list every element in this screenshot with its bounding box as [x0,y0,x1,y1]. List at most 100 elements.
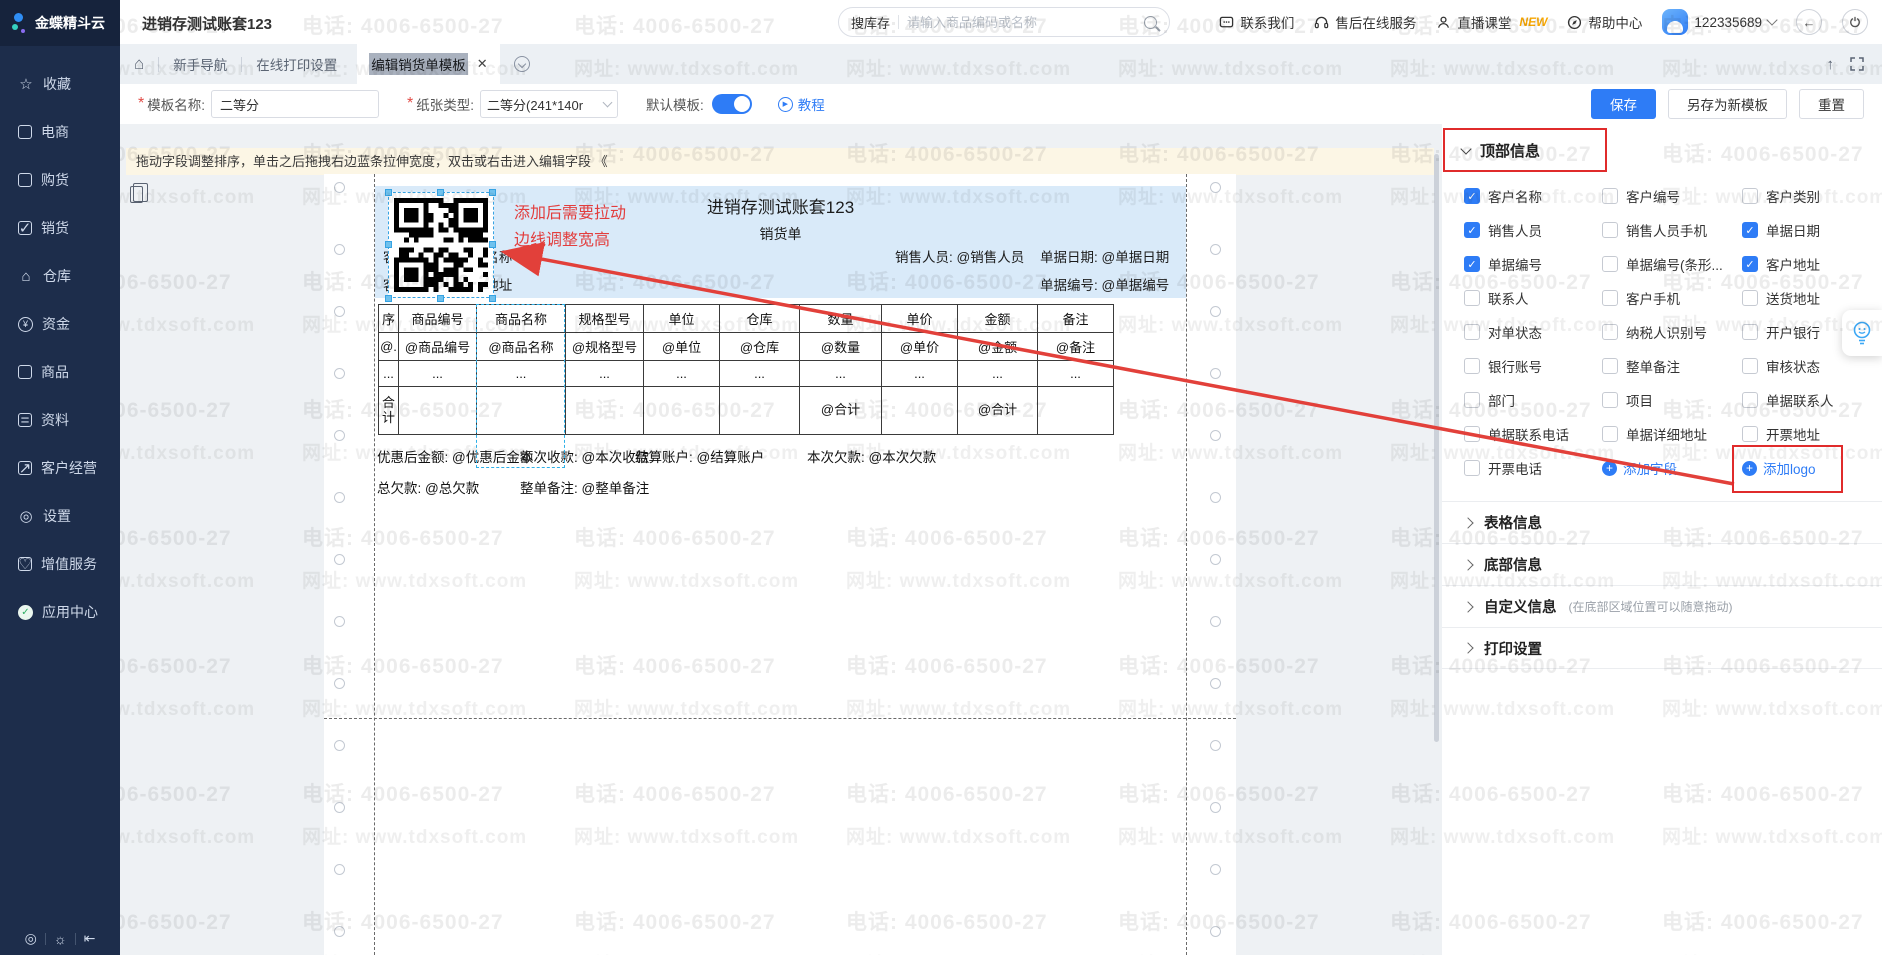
section-print-setting[interactable]: 打印设置 [1442,627,1882,669]
doc-salesman-field[interactable]: 销售人员: @销售人员 [895,246,1024,266]
fullscreen-icon[interactable] [1850,57,1864,71]
tutorial-link[interactable]: ▶ 教程 [778,94,825,114]
resize-handle-n[interactable] [437,189,444,196]
resize-handle-sw[interactable] [385,295,392,302]
resize-handle-s[interactable] [437,295,444,302]
checkbox-icon [1464,358,1480,374]
feed-hole [334,802,345,813]
live-class-link[interactable]: 直播课堂 NEW [1436,12,1547,32]
selected-column-outline[interactable] [476,304,565,468]
field-checkbox-bill-no-barcode[interactable]: 单据编号(条形... [1602,254,1742,274]
tab-list-dropdown-icon[interactable] [514,56,530,72]
resize-handle-se[interactable] [489,295,496,302]
doc-current-arrears[interactable]: 本次欠款: @本次欠款 [807,446,936,466]
doc-header-block[interactable]: 进销存测试账套123 销货单 客户名称: @客户名称 客户地址: @客户地址 销… [375,186,1186,298]
field-checkbox-contact[interactable]: 联系人 [1464,288,1602,308]
inventory-search[interactable]: 搜库存 [838,7,1170,37]
close-tab-icon[interactable]: ✕ [477,56,488,72]
resize-handle-ne[interactable] [489,189,496,196]
doc-settlement-account[interactable]: 结算账户: @结算账户 [635,446,764,466]
doc-title[interactable]: 进销存测试账套123 [375,193,1186,218]
doc-bill-no-field[interactable]: 单据编号: @单据编号 [1040,274,1169,294]
field-checkbox-audit-status[interactable]: 审核状态 [1742,356,1882,376]
field-checkbox-salesman[interactable]: 销售人员 [1464,220,1602,240]
field-checkbox-bill-detail-addr[interactable]: 单据详细地址 [1602,424,1742,444]
copy-icon[interactable] [130,186,143,203]
logo-qr-code[interactable] [388,192,494,298]
template-name-input[interactable] [211,90,379,118]
user-menu[interactable]: 122335689 [1662,9,1776,35]
target-icon[interactable]: ◎ [25,930,37,947]
sidebar-item-ecommerce[interactable]: 电商 [0,108,120,156]
section-custom-info[interactable]: 自定义信息(在底部区域位置可以随意拖动) [1442,585,1882,627]
save-as-new-template-button[interactable]: 另存为新模板 [1668,89,1787,119]
add-field-link[interactable]: +添加字段 [1602,458,1742,478]
doc-bill-date-field[interactable]: 单据日期: @单据日期 [1040,246,1169,266]
field-checkbox-delivery-addr[interactable]: 送货地址 [1742,288,1882,308]
sidebar-item-data[interactable]: =资料 [0,396,120,444]
sidebar-item-warehouse[interactable]: ⌂仓库 [0,252,120,300]
sidebar-item-goods[interactable]: 商品 [0,348,120,396]
scroll-top-icon[interactable]: ↑ [1827,56,1835,73]
top-info-section-header[interactable]: 顶部信息 [1442,124,1882,169]
field-checkbox-customer-addr[interactable]: 客户地址 [1742,254,1882,274]
doc-subtitle[interactable]: 销货单 [375,224,1186,244]
contact-us-link[interactable]: 联系我们 [1219,12,1294,32]
field-checkbox-project[interactable]: 项目 [1602,390,1742,410]
field-checkbox-bill-no[interactable]: 单据编号 [1464,254,1602,274]
field-checkbox-salesman-phone[interactable]: 销售人员手机 [1602,220,1742,240]
doc-total-arrears[interactable]: 总欠款: @总欠款 [377,477,479,497]
logout-button[interactable] [1842,9,1868,35]
section-table-info[interactable]: 表格信息 [1442,501,1882,543]
sidebar-item-label: 应用中心 [42,602,98,622]
template-page[interactable]: 进销存测试账套123 销货单 客户名称: @客户名称 客户地址: @客户地址 销… [324,174,1236,955]
field-checkbox-order-remark[interactable]: 整单备注 [1602,356,1742,376]
after-sales-link[interactable]: 售后在线服务 [1314,12,1416,32]
field-checkbox-customer-type[interactable]: 客户类别 [1742,186,1882,206]
search-icon[interactable] [1144,16,1157,29]
sidebar-item-favorites[interactable]: ☆收藏 [0,60,120,108]
resize-handle-nw[interactable] [385,189,392,196]
field-checkbox-invoice-addr[interactable]: 开票地址 [1742,424,1882,444]
field-checkbox-invoice-phone[interactable]: 开票电话 [1464,458,1602,478]
field-checkbox-customer-no[interactable]: 客户编号 [1602,186,1742,206]
canvas-scrollbar[interactable] [1434,154,1439,742]
field-checkbox-bill-date[interactable]: 单据日期 [1742,220,1882,240]
default-template-toggle[interactable] [712,94,752,114]
collapse-sidebar-icon[interactable]: ⇤ [84,930,96,947]
tab-nav-guide[interactable]: 新手导航 [173,54,227,74]
field-checkbox-taxpayer-id[interactable]: 纳税人识别号 [1602,322,1742,342]
field-checkbox-bank-account[interactable]: 银行账号 [1464,356,1602,376]
help-center-link[interactable]: 帮助中心 [1567,12,1642,32]
tab-print-setting[interactable]: 在线打印设置 [256,54,337,74]
sidebar-item-funds[interactable]: ¥资金 [0,300,120,348]
home-tab-icon[interactable]: ⌂ [134,54,144,74]
add-logo-link[interactable]: +添加logo [1742,458,1882,478]
sidebar-item-app-center[interactable]: ✓应用中心 [0,588,120,636]
back-button[interactable]: ← [1796,9,1822,35]
sidebar-item-sales[interactable]: ✓销货 [0,204,120,252]
app-logo[interactable]: 金蝶精斗云 [0,0,120,46]
resize-handle-e[interactable] [489,241,496,248]
sidebar-item-value-added[interactable]: ♡增值服务 [0,540,120,588]
field-checkbox-reconcile-status[interactable]: 对单状态 [1464,322,1602,342]
field-checkbox-bill-contact[interactable]: 单据联系人 [1742,390,1882,410]
search-scope-label[interactable]: 搜库存 [851,13,890,32]
sidebar-item-settings[interactable]: ◎设置 [0,492,120,540]
paper-type-select[interactable]: 二等分(241*140r [480,90,618,118]
reset-button[interactable]: 重置 [1799,89,1864,119]
section-bottom-info[interactable]: 底部信息 [1442,543,1882,585]
sidebar-item-purchase[interactable]: 购货 [0,156,120,204]
resize-handle-w[interactable] [385,241,392,248]
tab-edit-sales-template[interactable]: 编辑销货单模板 ✕ [357,44,499,84]
field-checkbox-customer-phone[interactable]: 客户手机 [1602,288,1742,308]
field-checkbox-customer-name[interactable]: 客户名称 [1464,186,1602,206]
field-checkbox-department[interactable]: 部门 [1464,390,1602,410]
field-checkbox-bill-contact-phone[interactable]: 单据联系电话 [1464,424,1602,444]
sidebar-item-customer-ops[interactable]: ↗客户经营 [0,444,120,492]
search-input[interactable] [907,15,1144,30]
tip-widget[interactable] [1842,310,1882,356]
save-button[interactable]: 保存 [1591,89,1656,119]
doc-order-remark[interactable]: 整单备注: @整单备注 [520,477,649,497]
brightness-icon[interactable]: ☼ [54,931,67,947]
